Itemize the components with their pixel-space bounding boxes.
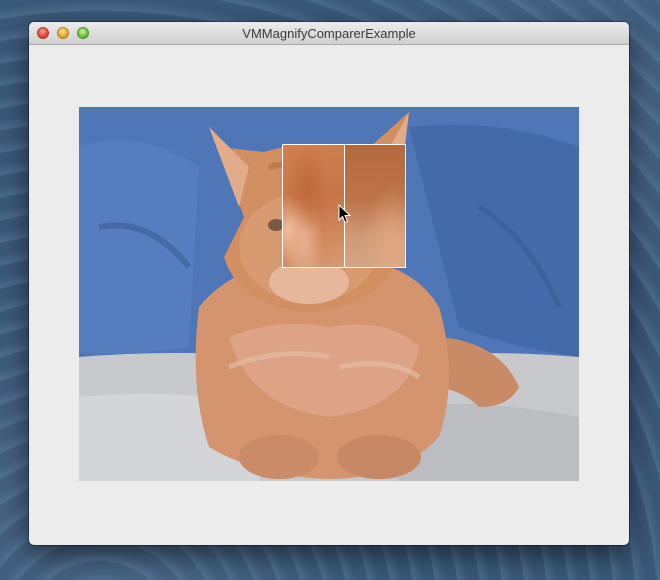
window-title: VMMagnifyComparerExample	[242, 26, 416, 41]
title-bar[interactable]: VMMagnifyComparerExample	[29, 22, 629, 45]
arrow-cursor-icon	[338, 204, 352, 224]
magnifier-original-pane	[283, 145, 344, 267]
image-view[interactable]	[79, 107, 579, 481]
app-window: VMMagnifyComparerExample	[29, 22, 629, 545]
magnifier-comparison-pane	[345, 145, 405, 267]
